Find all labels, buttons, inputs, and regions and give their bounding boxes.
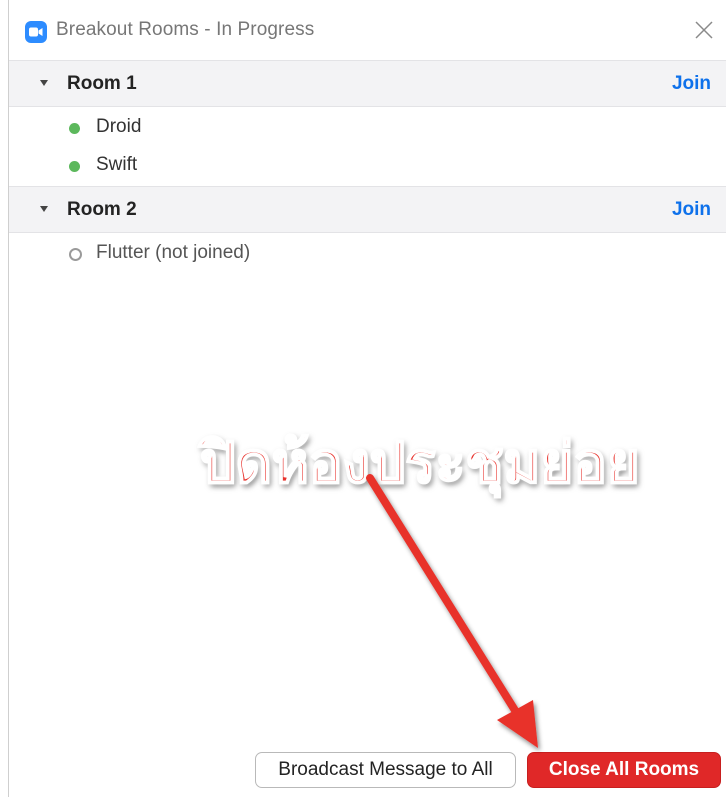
broadcast-message-button[interactable]: Broadcast Message to All: [255, 752, 516, 788]
participant-row: Droid: [9, 109, 726, 147]
join-room-1-link[interactable]: Join: [672, 73, 711, 95]
close-all-rooms-button[interactable]: Close All Rooms: [527, 752, 721, 788]
annotation-caption: ปิดห้องประชุมย่อย: [199, 430, 641, 497]
caret-down-icon[interactable]: [40, 206, 48, 212]
room-name: Room 1: [67, 73, 137, 94]
participant-name: Swift: [96, 154, 138, 175]
caret-down-icon[interactable]: [40, 80, 48, 86]
title-bar: Breakout Rooms - In Progress: [9, 0, 726, 60]
room-header-room-1[interactable]: Room 1 Join: [9, 60, 726, 107]
joined-status-dot: [69, 123, 80, 134]
participant-name: Flutter (not joined): [96, 242, 251, 263]
participant-row: Swift: [9, 147, 726, 185]
window-title: Breakout Rooms - In Progress: [56, 19, 315, 40]
close-icon[interactable]: [693, 19, 715, 41]
room-name: Room 2: [67, 199, 137, 220]
breakout-rooms-window: Breakout Rooms - In Progress Room 1 Join…: [8, 0, 726, 797]
join-room-2-link[interactable]: Join: [672, 199, 711, 221]
not-joined-status-dot: [69, 248, 82, 261]
participant-name: Droid: [96, 116, 142, 137]
joined-status-dot: [69, 161, 80, 172]
participant-row: Flutter (not joined): [9, 235, 726, 273]
zoom-camera-icon: [25, 21, 47, 43]
room-header-room-2[interactable]: Room 2 Join: [9, 186, 726, 233]
